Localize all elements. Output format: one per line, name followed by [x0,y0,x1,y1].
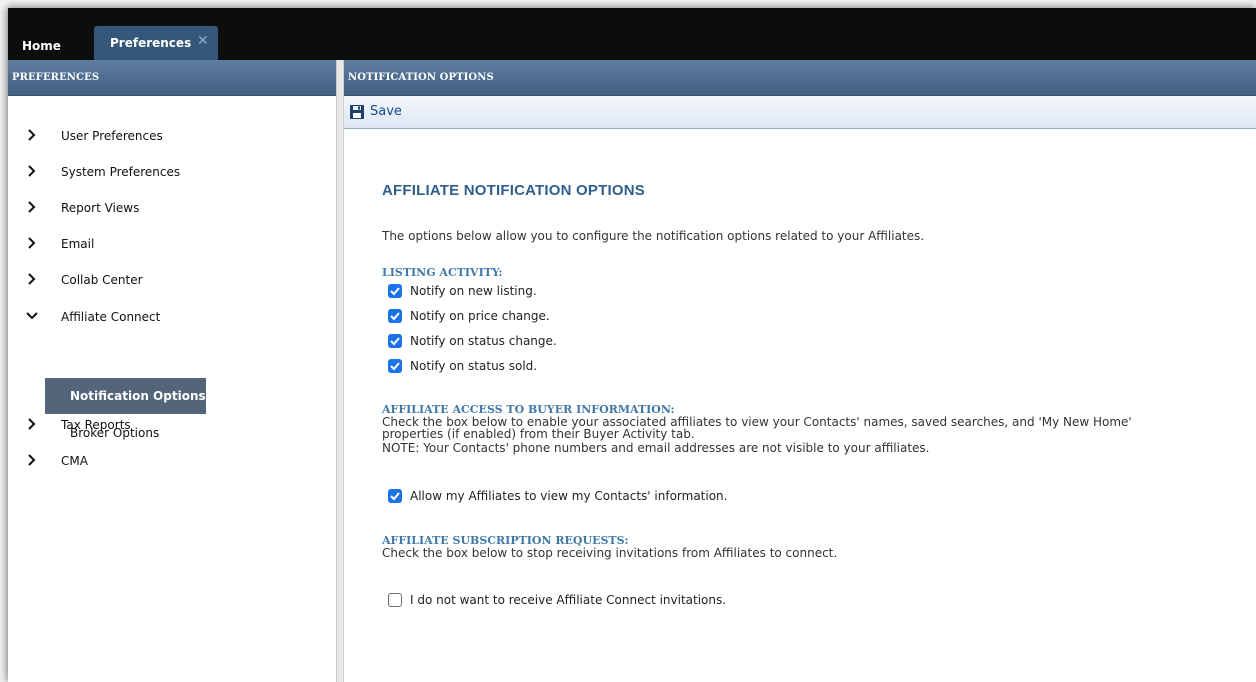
buyer-access-note: NOTE: Your Contacts' phone numbers and e… [382,441,930,455]
sidebar-subitem-notification-options[interactable]: Notification Options [45,378,206,414]
checkbox-checked[interactable] [388,284,402,298]
sidebar-header: PREFERENCES [8,60,336,96]
sidebar-item-label: CMA [61,454,88,468]
chevron-right-icon [28,454,36,466]
sidebar-item-label: Tax Reports [61,418,131,432]
checkbox-checked[interactable] [388,489,402,503]
checkbox-checked[interactable] [388,359,402,373]
tab-home[interactable]: Home [22,32,61,60]
sidebar-item-label: Email [61,237,95,251]
intro-text: The options below allow you to configure… [382,229,925,243]
checkbox-label: I do not want to receive Affiliate Conne… [410,593,727,607]
sidebar-item-label: System Preferences [61,165,181,179]
top-tab-bar: Home Preferences ✕ [8,8,1256,60]
checkbox-label: Allow my Affiliates to view my Contacts'… [410,489,728,503]
checkbox-unchecked[interactable] [388,593,402,607]
sidebar-header-title: PREFERENCES [12,72,100,83]
save-button-label: Save [370,104,402,119]
page-title: AFFILIATE NOTIFICATION OPTIONS [382,182,645,199]
checkbox-checked[interactable] [388,309,402,323]
toolbar: Save [344,96,1256,129]
chevron-right-icon [28,165,36,177]
tab-preferences-label: Preferences [110,36,192,50]
main-header: NOTIFICATION OPTIONS [344,60,1256,96]
sidebar-item-affiliate-connect[interactable]: Affiliate Connect [8,305,336,329]
chevron-down-icon [26,312,38,320]
checkbox-label: Notify on status change. [410,334,557,348]
chevron-right-icon [28,129,36,141]
sidebar-item-label: Report Views [61,201,140,215]
chevron-right-icon [28,273,36,285]
sidebar-item-tax-reports[interactable]: Tax Reports [8,413,336,437]
app-window: Home Preferences ✕ PREFERENCES User Pref… [8,8,1256,682]
sidebar-subitem-label: Notification Options [70,389,206,403]
checkbox-label: Notify on status sold. [410,359,538,373]
checkbox-label: Notify on new listing. [410,284,537,298]
sidebar-item-system-preferences[interactable]: System Preferences [8,160,336,184]
chevron-right-icon [28,418,36,430]
close-icon[interactable]: ✕ [197,32,209,49]
listing-activity-heading: LISTING ACTIVITY: [382,266,503,279]
preferences-sidebar: PREFERENCES User Preferences System Pref… [8,60,337,682]
sidebar-item-cma[interactable]: CMA [8,449,336,473]
main-header-title: NOTIFICATION OPTIONS [348,72,494,83]
sidebar-item-email[interactable]: Email [8,232,336,256]
sidebar-item-label: Affiliate Connect [61,310,161,324]
sidebar-item-label: Collab Center [61,273,143,287]
subscription-desc: Check the box below to stop receiving in… [382,546,838,560]
floppy-disk-icon [350,105,364,119]
checkbox-checked[interactable] [388,334,402,348]
chevron-right-icon [28,201,36,213]
sidebar-item-report-views[interactable]: Report Views [8,196,336,220]
tab-preferences[interactable]: Preferences ✕ [94,26,218,60]
sidebar-item-label: User Preferences [61,129,163,143]
buyer-access-desc-line2: properties (if enabled) from their Buyer… [382,427,695,441]
sidebar-item-collab-center[interactable]: Collab Center [8,268,336,292]
content-area: AFFILIATE NOTIFICATION OPTIONS The optio… [344,128,1256,682]
chevron-right-icon [28,237,36,249]
sidebar-item-user-preferences[interactable]: User Preferences [8,124,336,148]
checkbox-label: Notify on price change. [410,309,550,323]
panel-splitter[interactable] [337,60,344,682]
notification-options-panel: NOTIFICATION OPTIONS Save AFFILIATE NOTI… [344,60,1256,682]
